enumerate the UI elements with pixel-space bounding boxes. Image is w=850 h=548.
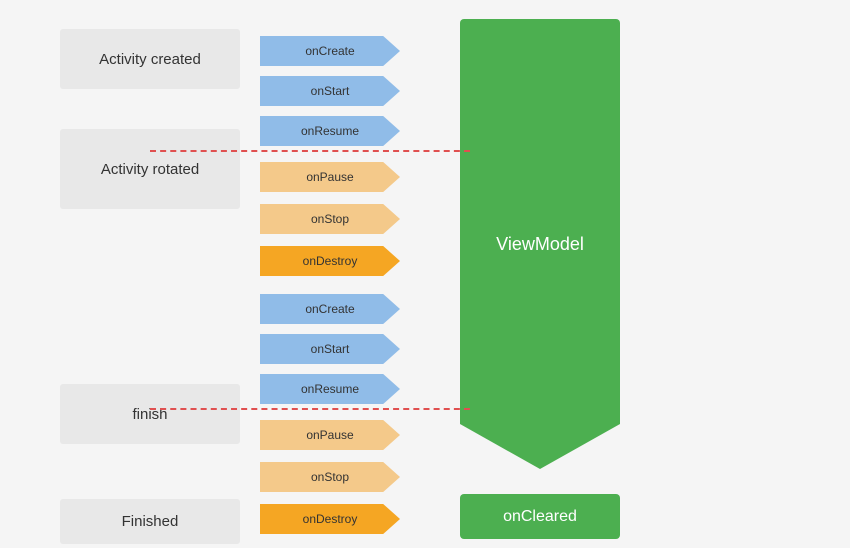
labels-column: Activity created Activity rotated finish… [50, 14, 250, 534]
lifecycle-diagram: Activity created Activity rotated finish… [50, 14, 800, 534]
arrow-onresume-2: onResume [260, 374, 400, 404]
viewmodel-bar: ViewModel [460, 19, 620, 469]
viewmodel-column: ViewModel onCleared [460, 14, 620, 534]
arrow-onpause-2: onPause [260, 420, 400, 450]
arrows-column: onCreate onStart onResume onPause onStop… [250, 14, 450, 534]
arrow-onstop-1: onStop [260, 204, 400, 234]
arrow-onstop-2: onStop [260, 462, 400, 492]
arrow-onpause-1: onPause [260, 162, 400, 192]
label-finish: finish [60, 384, 240, 444]
dashed-line-1 [150, 150, 470, 152]
arrow-onresume-1: onResume [260, 116, 400, 146]
label-activity-created: Activity created [60, 29, 240, 89]
arrow-ondestroy-1: onDestroy [260, 246, 400, 276]
arrow-oncreate-2: onCreate [260, 294, 400, 324]
arrow-oncreate-1: onCreate [260, 36, 400, 66]
arrow-onstart-2: onStart [260, 334, 400, 364]
oncleared-box: onCleared [460, 494, 620, 539]
label-activity-rotated: Activity rotated [60, 129, 240, 209]
arrow-onstart-1: onStart [260, 76, 400, 106]
arrow-ondestroy-2: onDestroy [260, 504, 400, 534]
dashed-line-2 [150, 408, 470, 410]
label-finished: Finished [60, 499, 240, 544]
